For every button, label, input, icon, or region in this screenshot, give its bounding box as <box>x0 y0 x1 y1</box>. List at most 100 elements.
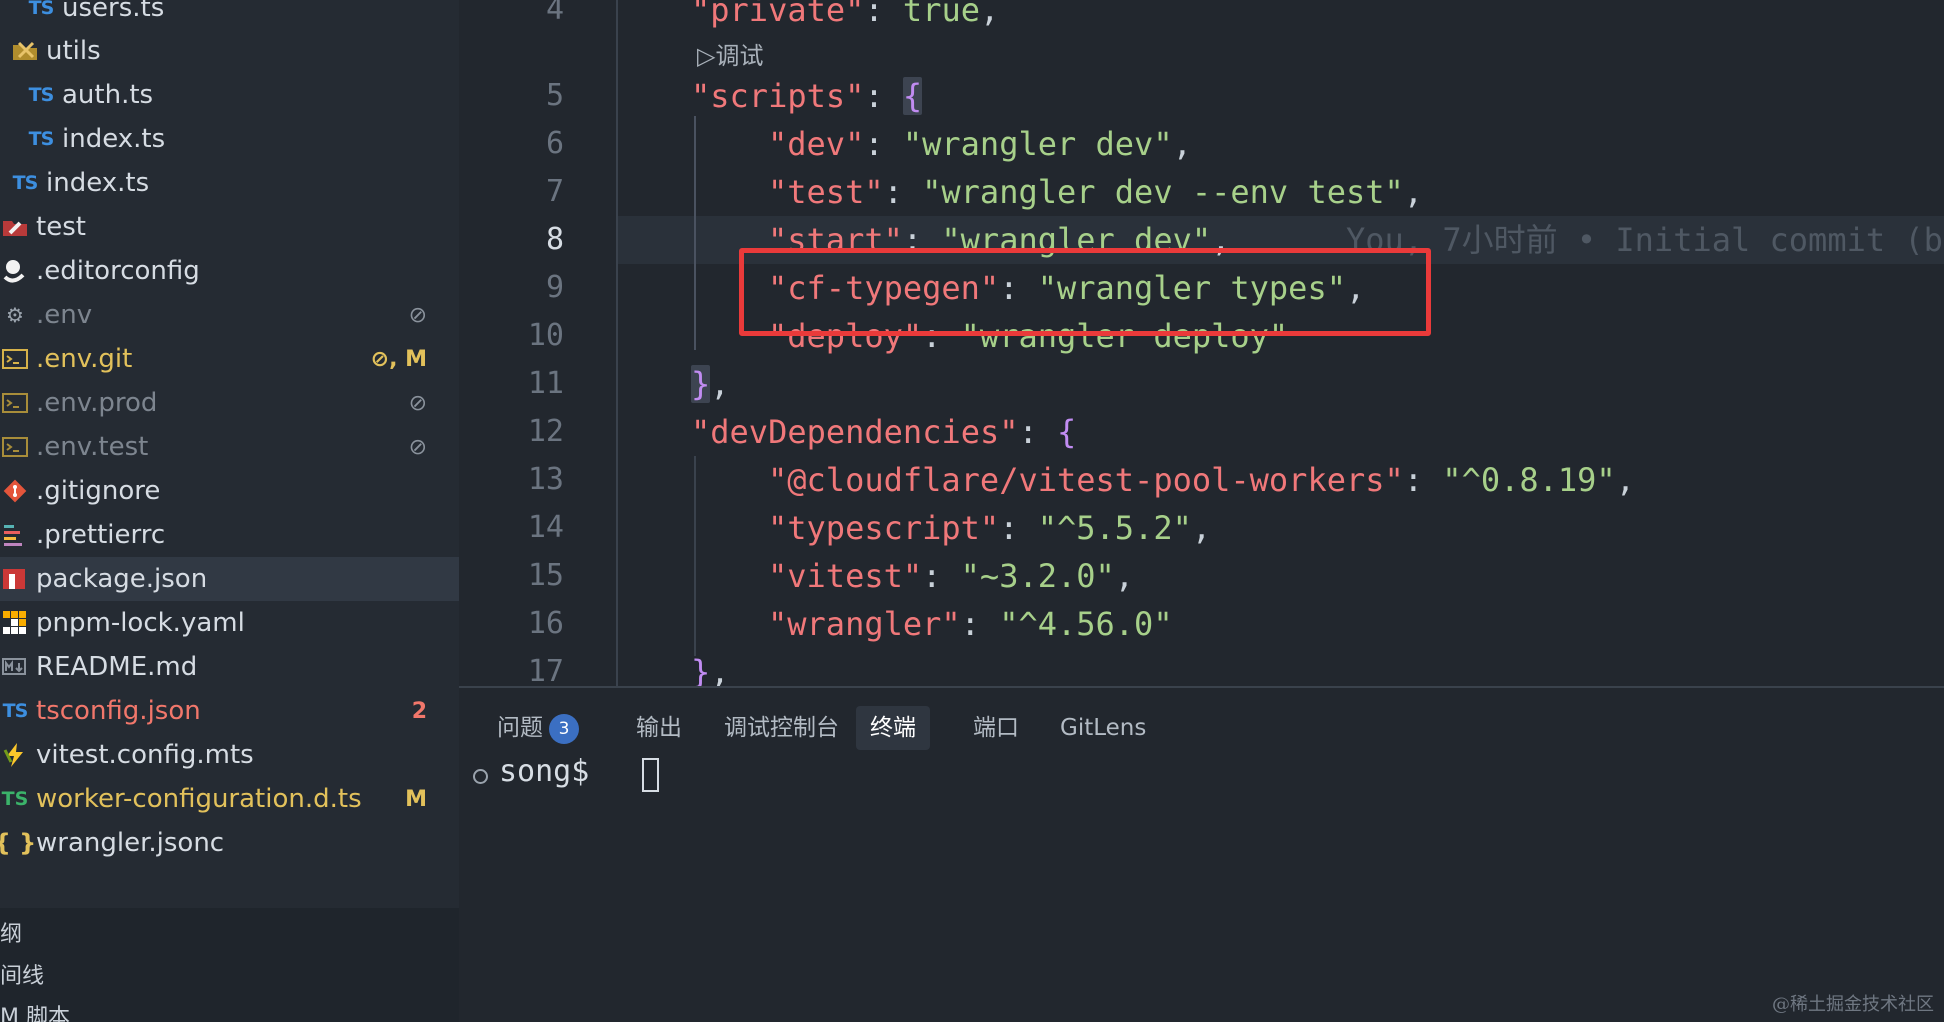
git-blame-annotation: You, 7小时前 • Initial commit (b <box>1346 221 1943 259</box>
line-number: 10 <box>527 318 564 353</box>
code-line-17: }, <box>691 653 730 686</box>
tree-item-tsconfig[interactable]: TS tsconfig.json 2 <box>0 689 459 733</box>
typescript-file-icon: TS <box>28 0 55 19</box>
braces-icon: { } <box>0 829 37 857</box>
line-number: 4 <box>545 0 564 27</box>
npm-scripts-section-header[interactable]: M 脚本 <box>0 999 70 1022</box>
tree-item-test-folder[interactable]: test <box>0 205 459 249</box>
ignored-badge: ⊘ <box>408 434 427 460</box>
code-line-6: "dev": "wrangler dev", <box>768 125 1192 163</box>
tree-item-label: .env.test <box>36 432 149 462</box>
tab-problems-label: 问题 <box>497 715 543 741</box>
code-editor[interactable]: 4 5 6 7 8 9 10 11 12 13 14 15 16 17 "pri… <box>459 0 1944 686</box>
terminal-file-icon <box>0 344 30 374</box>
tree-item-vitest-config[interactable]: vitest.config.mts <box>0 733 459 777</box>
typescript-definition-icon: TS <box>1 788 29 810</box>
line-number-active: 8 <box>545 222 564 257</box>
code-line-14: "typescript": "^5.5.2", <box>768 509 1212 547</box>
indent-guide <box>694 456 696 656</box>
folder-utils-icon <box>10 36 40 66</box>
code-line-11: }, <box>691 365 730 403</box>
tree-item-pnpm-lock[interactable]: pnpm-lock.yaml <box>0 601 459 645</box>
tree-item-readme[interactable]: README.md <box>0 645 459 689</box>
line-number: 16 <box>527 606 564 641</box>
tree-item-auth-ts[interactable]: TS auth.ts <box>0 73 459 117</box>
tree-item-env-prod[interactable]: .env.prod ⊘ <box>0 381 459 425</box>
tab-terminal[interactable]: 终端 <box>856 706 930 750</box>
folder-test-icon <box>0 212 30 242</box>
gear-icon: ⚙ <box>6 303 24 327</box>
tree-item-wrangler-jsonc[interactable]: { } wrangler.jsonc <box>0 821 459 865</box>
outline-section-header[interactable]: 纲 <box>0 916 22 948</box>
tree-item-users-ts[interactable]: TS users.ts <box>0 0 459 30</box>
ignored-badge: ⊘ <box>408 390 427 416</box>
tree-item-env-git[interactable]: .env.git ⊘, M <box>0 337 459 381</box>
terminal-status-circle-icon <box>473 769 488 784</box>
line-number: 9 <box>545 270 564 305</box>
tree-item-gitignore[interactable]: .gitignore <box>0 469 459 513</box>
tree-item-index-ts[interactable]: TS index.ts <box>0 161 459 205</box>
terminal-file-icon <box>0 388 30 418</box>
tree-item-label: pnpm-lock.yaml <box>36 608 245 638</box>
git-icon <box>0 476 30 506</box>
tree-item-label: index.ts <box>46 168 150 198</box>
tree-item-label: .gitignore <box>36 476 161 506</box>
tab-gitlens[interactable]: GitLens <box>1046 706 1160 750</box>
tree-item-label: .env.git <box>36 344 133 374</box>
tree-item-label: worker-configuration.d.ts <box>36 784 362 814</box>
line-number: 6 <box>545 126 564 161</box>
tree-item-utils-folder[interactable]: utils <box>0 29 459 73</box>
line-number: 11 <box>527 366 564 401</box>
tab-debug-console[interactable]: 调试控制台 <box>710 706 853 750</box>
typescript-file-icon: TS <box>12 172 39 194</box>
code-line-4: "private": true, <box>691 0 1000 29</box>
tree-item-label: auth.ts <box>62 80 154 110</box>
tree-item-label: .prettierrc <box>36 520 166 550</box>
tree-item-label: index.ts <box>62 124 166 154</box>
terminal-file-icon <box>0 432 30 462</box>
line-number: 15 <box>527 558 564 593</box>
tree-item-label: users.ts <box>62 0 165 23</box>
file-tree: TS users.ts utils TS auth.ts TS index.ts… <box>0 0 459 908</box>
ignored-badge: ⊘ <box>408 302 427 328</box>
line-number: 5 <box>545 78 564 113</box>
problems-count-badge: 3 <box>549 713 579 744</box>
tree-item-utils-index-ts[interactable]: TS index.ts <box>0 117 459 161</box>
tree-item-editorconfig[interactable]: .editorconfig <box>0 249 459 293</box>
terminal-prompt[interactable]: song$ <box>499 754 589 789</box>
terminal-cursor <box>642 758 659 792</box>
code-line-12: "devDependencies": { <box>691 413 1077 451</box>
indent-guide-active <box>694 116 696 350</box>
tree-item-label: utils <box>46 36 101 66</box>
highlight-annotation-box <box>739 248 1431 336</box>
tree-item-label: .env.prod <box>36 388 158 418</box>
line-number: 14 <box>527 510 564 545</box>
line-number: 7 <box>545 174 564 209</box>
debug-codelens[interactable]: ▷调试 <box>697 36 763 71</box>
line-number: 12 <box>527 414 564 449</box>
tree-item-env[interactable]: ⚙ .env ⊘ <box>0 293 459 337</box>
code-line-13: "@cloudflare/vitest-pool-workers": "^0.8… <box>768 461 1635 499</box>
modified-badge: M <box>405 786 427 812</box>
indent-guide <box>616 0 618 686</box>
bottom-panel: 问题 3 输出 调试控制台 终端 端口 GitLens song$ <box>459 686 1944 1022</box>
code-line-7: "test": "wrangler dev --env test", <box>768 173 1424 211</box>
line-number: 17 <box>527 654 564 686</box>
tree-item-label: vitest.config.mts <box>36 740 254 770</box>
tab-output[interactable]: 输出 <box>622 706 696 750</box>
editorconfig-icon <box>0 256 30 286</box>
timeline-section-header[interactable]: 间线 <box>0 958 44 990</box>
tab-ports[interactable]: 端口 <box>959 706 1033 750</box>
tree-item-label: wrangler.jsonc <box>36 828 225 858</box>
npm-icon <box>0 564 30 594</box>
tree-item-prettierrc[interactable]: .prettierrc <box>0 513 459 557</box>
tab-problems[interactable]: 问题 3 <box>483 706 593 750</box>
tree-item-env-test[interactable]: .env.test ⊘ <box>0 425 459 469</box>
tree-item-package-json[interactable]: package.json <box>0 557 459 601</box>
tree-item-worker-configuration[interactable]: TS worker-configuration.d.ts M <box>0 777 459 821</box>
explorer-sidebar: TS users.ts utils TS auth.ts TS index.ts… <box>0 0 459 1022</box>
tree-item-label: .env <box>36 300 93 330</box>
code-line-5: "scripts": { <box>691 77 923 115</box>
tree-item-label: README.md <box>36 652 198 682</box>
tree-item-label: package.json <box>36 564 208 594</box>
